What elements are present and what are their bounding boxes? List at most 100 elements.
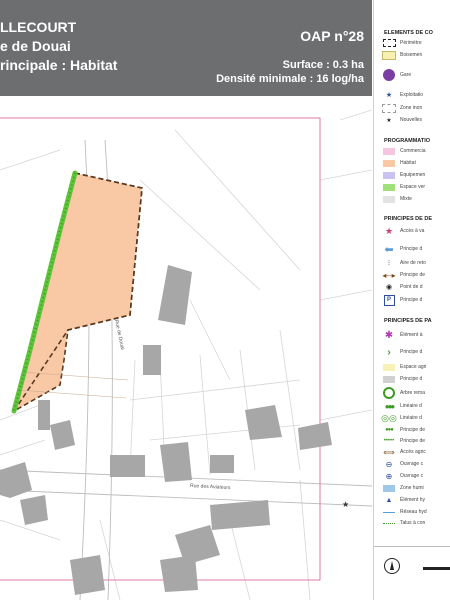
mixed-swatch	[383, 195, 395, 203]
asterisk-icon: ✱	[384, 329, 394, 341]
site-name: e de Douai	[0, 38, 71, 54]
legend-item: Réseau hyd	[382, 507, 427, 517]
turnaround-icon: ⁝	[387, 260, 391, 267]
legend-item: Habitat	[382, 158, 416, 168]
equipement-swatch	[383, 171, 395, 179]
oap-number: OAP n°28	[300, 28, 364, 44]
triple-dot-icon: ●●●	[385, 427, 394, 433]
legend-item: ⬅ Principe d	[382, 243, 422, 256]
building	[0, 462, 32, 498]
talus-line-icon	[383, 522, 395, 524]
green-space-swatch	[383, 183, 395, 191]
building	[210, 455, 234, 473]
building	[143, 345, 161, 375]
point-icon: ◉	[385, 284, 393, 291]
legend-item: Talus à con	[382, 518, 425, 528]
legend-item: Boisemen	[382, 50, 422, 60]
wetland-swatch	[383, 484, 395, 492]
building	[158, 265, 192, 325]
vocation-label: rincipale : Habitat	[0, 57, 118, 73]
agri-access-arrow-icon: ⟺	[383, 447, 395, 457]
legend-section-programmation: PROGRAMMATIO	[384, 138, 431, 144]
habitat-swatch	[383, 159, 395, 167]
legend-item: ⟺ Accès agric	[383, 447, 426, 457]
double-arrow-icon: ◂‑‑▸	[382, 270, 396, 280]
new-star-icon: ★	[386, 117, 392, 124]
building	[50, 420, 75, 450]
agri-space-swatch	[383, 363, 395, 371]
legend-panel: ELEMENTS DE CO Périmètre Boisemen Gare ★…	[373, 0, 450, 600]
legend-item: › Principe d	[382, 346, 422, 358]
grey-swatch	[383, 375, 395, 383]
legend-item: Arbre rema	[382, 387, 425, 399]
train-station-icon	[383, 69, 395, 81]
legend-item: ★ Exploitatio	[382, 90, 423, 100]
network-line-icon	[383, 511, 395, 513]
legend-item: ◂‑‑▸ Principe de	[382, 270, 426, 280]
legend-item: Commercia	[382, 146, 426, 156]
star-icon: ★	[342, 500, 349, 509]
legend-divider	[374, 546, 450, 547]
street-label-douai: Rue de Douai	[113, 319, 125, 350]
legend-item: ••••• Principe de	[383, 438, 426, 444]
legend-item: Périmètre	[382, 38, 422, 48]
habitat-zone	[12, 172, 143, 413]
flood-zone-icon	[382, 103, 396, 113]
legend-section-elements: ELEMENTS DE CO	[384, 30, 433, 36]
tree-icon	[383, 387, 395, 399]
map-svg: Rue de Douai Rue des Aviateurs ★	[0, 109, 372, 600]
building	[110, 455, 145, 477]
building	[298, 422, 332, 450]
legend-item: ★ Accès à va	[382, 225, 425, 236]
legend-item: Zone humi	[382, 483, 424, 493]
legend-item: Espace agri	[382, 362, 426, 372]
legend-item: Principe d	[382, 374, 422, 384]
building	[38, 400, 50, 430]
legend-item: ⊕ Ouvrage c	[382, 471, 423, 481]
legend-item: ✱ Élément à	[382, 329, 423, 341]
legend-item: Gare	[382, 69, 411, 81]
building	[20, 495, 48, 525]
parking-icon: P	[383, 294, 395, 306]
building	[210, 500, 270, 530]
perimeter-icon	[382, 39, 396, 47]
oap-info: OAP n°28 Surface : 0.3 ha Densité minima…	[216, 28, 364, 86]
access-star-icon: ★	[384, 225, 394, 236]
scale-bar	[423, 567, 450, 570]
green-dots-line-icon: •••••	[383, 438, 395, 444]
building	[245, 405, 282, 440]
map-title-banner: LLECOURT e de Douai rincipale : Habitat …	[0, 0, 372, 96]
commune-name: LLECOURT	[0, 19, 77, 35]
density-value: Densité minimale : 16 log/ha	[216, 73, 364, 85]
triangle-icon: ▲	[385, 496, 393, 504]
building	[160, 555, 198, 592]
building	[160, 442, 192, 482]
legend-item: ◎◎ Linéaire d	[381, 412, 422, 423]
legend-item: ●●● Principe de	[382, 425, 425, 435]
commercial-swatch	[383, 147, 395, 155]
hedge-dots-icon: ●●●	[384, 401, 396, 411]
legend-item: ⁝ Aire de reto	[382, 258, 426, 268]
north-arrow-icon	[384, 558, 400, 574]
legend-item: P Principe d	[382, 294, 422, 306]
legend-item: ●●● Linéaire d	[382, 401, 422, 411]
chevron-right-icon: ›	[387, 346, 391, 358]
street-label-aviateurs: Rue des Aviateurs	[190, 483, 231, 491]
legend-item: ◉ Point de d	[382, 282, 423, 292]
legend-item: ⊖ Ouvrage c	[382, 459, 423, 469]
legend-item: Equipemen	[382, 170, 425, 180]
legend-item: Mixte	[382, 194, 412, 204]
double-ring-icon: ◎◎	[381, 412, 397, 423]
structure-icon: ⊖	[385, 459, 393, 469]
surface-value: Surface : 0.3 ha	[282, 59, 364, 71]
building	[70, 555, 105, 595]
arrow-left-icon: ⬅	[384, 243, 394, 256]
farm-star-icon: ★	[385, 92, 393, 99]
structure-alt-icon: ⊕	[385, 471, 393, 481]
legend-item: Zone inon	[382, 103, 422, 113]
legend-section-paysage: PRINCIPES DE PA	[384, 318, 432, 324]
woodland-icon	[382, 50, 396, 60]
map-canvas: Rue de Douai Rue des Aviateurs ★	[0, 96, 372, 600]
legend-section-deplacement: PRINCIPES DE DE	[384, 216, 432, 222]
legend-item: ★ Nouvelles	[382, 115, 422, 125]
